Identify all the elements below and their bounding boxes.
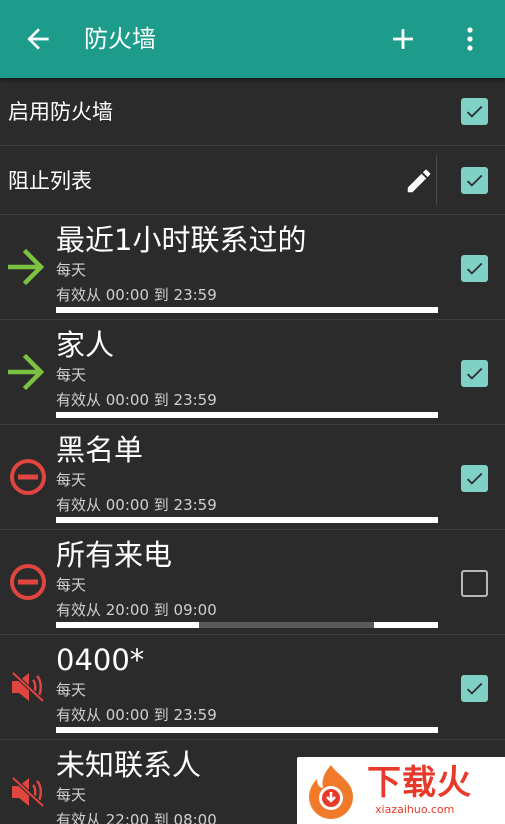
rule-checkbox[interactable] xyxy=(461,255,488,282)
block-list-checkbox[interactable] xyxy=(461,167,488,194)
app-bar: 防火墙 xyxy=(0,0,505,78)
time-range-bar xyxy=(56,307,438,313)
rule-checkbox[interactable] xyxy=(461,570,488,597)
rule-item[interactable]: 家人 每天 有效从 00:00 到 23:59 xyxy=(0,320,505,425)
watermark: 下载火 xiazaihuo.com xyxy=(297,757,505,824)
rule-days: 每天 xyxy=(56,681,87,699)
page-title: 防火墙 xyxy=(84,25,156,53)
rule-name: 最近1小时联系过的 xyxy=(56,223,307,257)
rule-days: 每天 xyxy=(56,786,87,804)
enable-firewall-row[interactable]: 启用防火墙 xyxy=(0,78,505,146)
watermark-url: xiazaihuo.com xyxy=(375,803,455,816)
rule-item[interactable]: 最近1小时联系过的 每天 有效从 00:00 到 23:59 xyxy=(0,215,505,320)
pencil-icon[interactable] xyxy=(404,166,434,196)
rule-item[interactable]: 黑名单 每天 有效从 00:00 到 23:59 xyxy=(0,425,505,530)
allow-arrow-icon xyxy=(8,248,45,286)
divider xyxy=(436,155,437,205)
time-range-bar xyxy=(56,517,438,523)
rule-name: 未知联系人 xyxy=(56,748,202,782)
rule-time-range: 有效从 22:00 到 08:00 xyxy=(56,811,217,824)
block-list-row[interactable]: 阻止列表 xyxy=(0,147,505,215)
rule-days: 每天 xyxy=(56,261,87,279)
inactive-time-segment xyxy=(199,622,374,628)
rule-time-range: 有效从 00:00 到 23:59 xyxy=(56,286,217,304)
block-icon xyxy=(10,459,46,495)
rule-name: 黑名单 xyxy=(56,433,144,467)
enable-firewall-checkbox[interactable] xyxy=(461,98,488,125)
mute-speaker-icon xyxy=(11,776,45,808)
time-range-bar xyxy=(56,412,438,418)
rule-checkbox[interactable] xyxy=(461,465,488,492)
time-range-bar xyxy=(56,622,438,628)
block-icon xyxy=(10,564,46,600)
rule-time-range: 有效从 00:00 到 23:59 xyxy=(56,706,217,724)
rule-name: 家人 xyxy=(56,328,115,362)
mute-speaker-icon xyxy=(11,671,45,703)
block-list-label: 阻止列表 xyxy=(8,169,92,193)
more-vert-icon[interactable] xyxy=(458,22,482,56)
rule-days: 每天 xyxy=(56,576,87,594)
rule-time-range: 有效从 00:00 到 23:59 xyxy=(56,391,217,409)
allow-arrow-icon xyxy=(8,353,45,391)
rule-item[interactable]: 所有来电 每天 有效从 20:00 到 09:00 xyxy=(0,530,505,635)
watermark-text: 下载火 xyxy=(367,763,472,803)
plus-icon[interactable] xyxy=(386,22,420,56)
enable-firewall-label: 启用防火墙 xyxy=(8,100,113,124)
flame-logo-icon xyxy=(309,765,353,819)
rule-item[interactable]: 0400* 每天 有效从 00:00 到 23:59 xyxy=(0,635,505,740)
rule-days: 每天 xyxy=(56,471,87,489)
rule-days: 每天 xyxy=(56,366,87,384)
rule-time-range: 有效从 00:00 到 23:59 xyxy=(56,496,217,514)
arrow-left-icon[interactable] xyxy=(22,23,54,55)
rule-time-range: 有效从 20:00 到 09:00 xyxy=(56,601,217,619)
rule-name: 所有来电 xyxy=(56,538,173,572)
rule-checkbox[interactable] xyxy=(461,675,488,702)
rule-checkbox[interactable] xyxy=(461,360,488,387)
time-range-bar xyxy=(56,727,438,733)
rule-name: 0400* xyxy=(56,643,145,677)
